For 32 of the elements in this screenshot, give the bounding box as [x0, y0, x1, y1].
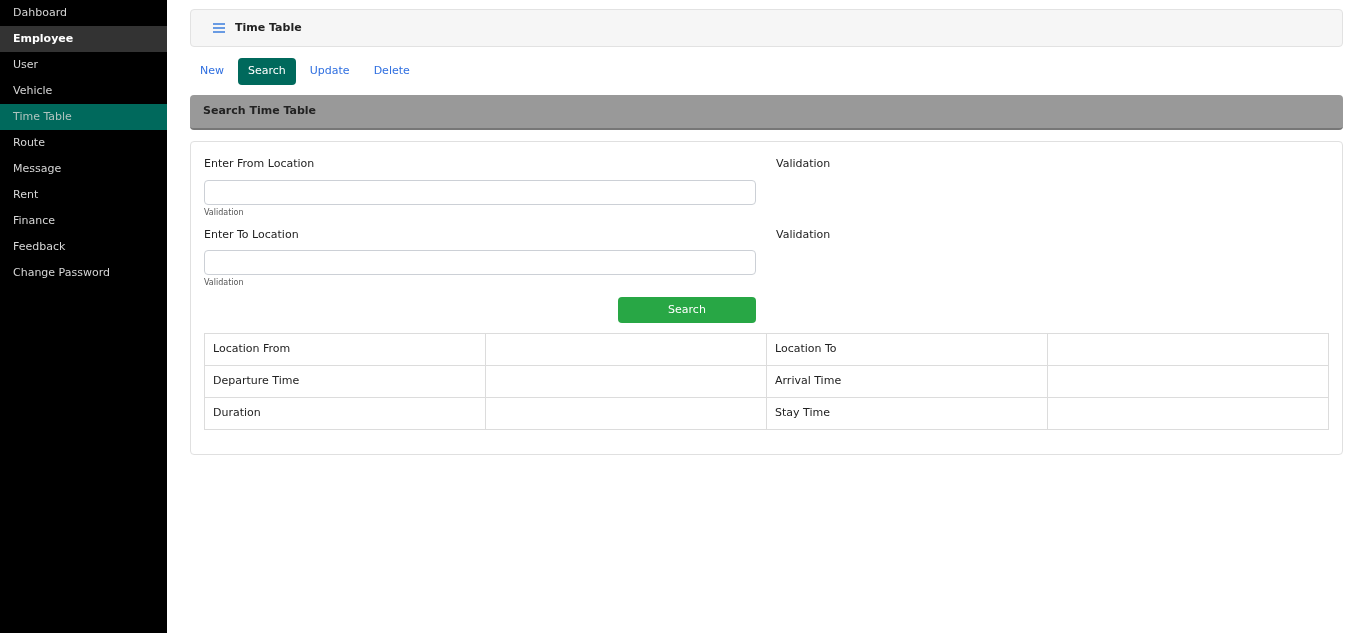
- sidebar-item[interactable]: Rent: [0, 182, 167, 208]
- sidebar-item[interactable]: Employee: [0, 26, 167, 52]
- tab[interactable]: New: [190, 58, 234, 85]
- menu-icon[interactable]: [213, 23, 225, 33]
- sidebar-item[interactable]: Feedback: [0, 234, 167, 260]
- table-cell: Location To: [766, 333, 1048, 366]
- sidebar-item[interactable]: Message: [0, 156, 167, 182]
- tab[interactable]: Search: [238, 58, 296, 85]
- table-cell: Duration: [204, 397, 486, 430]
- table-cell: Arrival Time: [766, 365, 1048, 398]
- sidebar-item[interactable]: Vehicle: [0, 78, 167, 104]
- validation-hint: Validation: [204, 277, 245, 289]
- tab[interactable]: Update: [299, 58, 360, 85]
- section-title: Search Time Table: [203, 103, 317, 120]
- field-label: Enter From Location: [204, 156, 316, 172]
- sidebar-item[interactable]: Change Password: [0, 260, 167, 286]
- validation-text: Validation: [776, 157, 831, 170]
- field-label: Enter To Location: [204, 226, 300, 243]
- sidebar-item[interactable]: User: [0, 52, 167, 78]
- sidebar-item[interactable]: Time Table: [0, 104, 167, 130]
- table-cell: Location From: [204, 333, 486, 366]
- input-field[interactable]: [204, 250, 756, 275]
- page-title: Time Table: [235, 19, 302, 36]
- table-cell: Departure Time: [204, 365, 486, 398]
- sidebar-item[interactable]: Dahboard: [0, 0, 167, 26]
- tab[interactable]: Delete: [363, 58, 420, 85]
- sidebar-item[interactable]: Finance: [0, 208, 167, 234]
- validation-text: Validation: [776, 227, 831, 241]
- validation-hint: Validation: [204, 206, 245, 219]
- sidebar-item[interactable]: Route: [0, 130, 167, 156]
- input-field[interactable]: [204, 179, 756, 205]
- table-cell: Stay Time: [766, 397, 1048, 430]
